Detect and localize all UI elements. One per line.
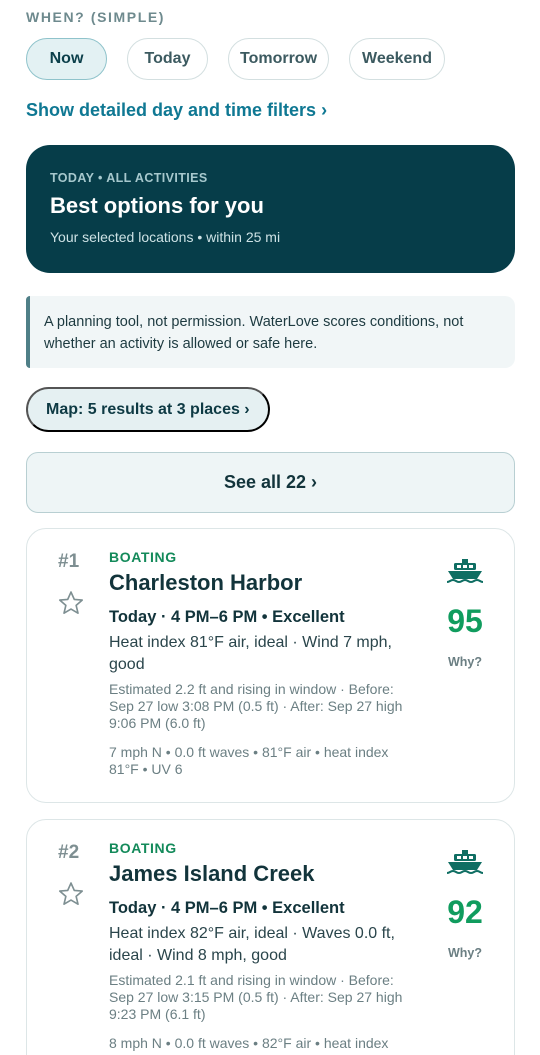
result-time-window: Today · 4 PM–6 PM • Excellent <box>109 899 345 917</box>
chip-weekend[interactable]: Weekend <box>349 38 445 80</box>
best-options-banner: TODAY • ALL ACTIVITIES Best options for … <box>26 145 515 273</box>
result-category: BOATING <box>109 840 177 856</box>
star-icon[interactable] <box>57 880 85 908</box>
result-place: Charleston Harbor <box>109 570 303 595</box>
disclaimer-notice: A planning tool, not permission. WaterLo… <box>26 296 515 368</box>
banner-eyebrow: TODAY • ALL ACTIVITIES <box>50 171 208 185</box>
map-results-button[interactable]: Map: 5 results at 3 places › <box>26 387 270 432</box>
banner-title: Best options for you <box>50 193 264 218</box>
result-score: 92 <box>447 894 483 930</box>
result-rank: #2 <box>58 842 80 863</box>
result-score: 95 <box>447 603 483 639</box>
result-place: James Island Creek <box>109 861 315 886</box>
result-category: BOATING <box>109 549 177 565</box>
result-conditions: 8 mph N • 0.0 ft waves • 82°F air • heat… <box>109 1035 389 1051</box>
result-detail: Heat index 81°F air, ideal · Wind 7 mph,… <box>109 634 392 673</box>
result-rank: #1 <box>58 551 80 572</box>
when-section-label: WHEN? (SIMPLE) <box>26 9 166 25</box>
why-link[interactable]: Why? <box>425 655 505 669</box>
result-card[interactable]: #2 BOATING James Island Creek Today · 4 … <box>26 819 515 1055</box>
result-conditions: 7 mph N • 0.0 ft waves • 81°F air • heat… <box>109 744 389 777</box>
detailed-filters-link[interactable]: Show detailed day and time filters › <box>26 100 327 121</box>
result-time-window: Today · 4 PM–6 PM • Excellent <box>109 608 345 626</box>
chip-today[interactable]: Today <box>127 38 208 80</box>
boat-icon <box>446 559 484 584</box>
why-link[interactable]: Why? <box>425 946 505 960</box>
result-detail: Heat index 82°F air, ideal · Waves 0.0 f… <box>109 925 395 964</box>
result-card[interactable]: #1 BOATING Charleston Harbor Today · 4 P… <box>26 528 515 803</box>
boat-icon <box>446 850 484 875</box>
chip-tomorrow[interactable]: Tomorrow <box>228 38 329 80</box>
result-tides: Estimated 2.1 ft and rising in window · … <box>109 972 403 1022</box>
see-all-button[interactable]: See all 22 › <box>26 452 515 513</box>
result-tides: Estimated 2.2 ft and rising in window · … <box>109 681 403 731</box>
chip-now[interactable]: Now <box>26 38 107 80</box>
banner-subtitle: Your selected locations • within 25 mi <box>50 229 281 245</box>
time-filter-chips: Now Today Tomorrow Weekend <box>26 38 445 80</box>
star-icon[interactable] <box>57 589 85 617</box>
